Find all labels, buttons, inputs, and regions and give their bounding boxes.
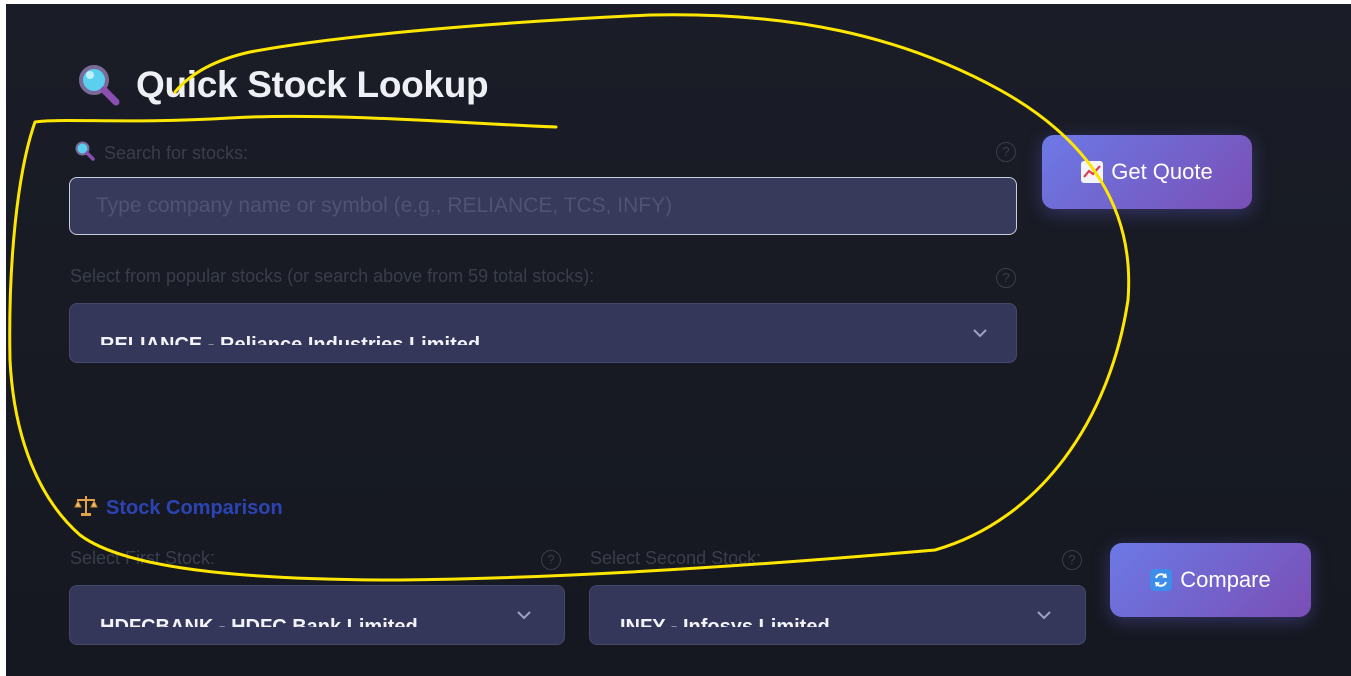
balance-scale-icon [74,493,98,523]
magnifier-small-icon [74,140,96,167]
compare-button[interactable]: Compare [1110,543,1311,617]
first-stock-label-text: Select First Stock: [70,548,216,568]
refresh-icon [1150,569,1173,591]
chevron-down-icon [1034,605,1054,625]
first-stock-help-icon[interactable]: ? [541,550,561,570]
popular-stocks-selected: RELIANCE - Reliance Industries Limited [100,334,481,345]
get-quote-button[interactable]: Get Quote [1042,135,1252,209]
chevron-down-icon [970,323,990,343]
first-stock-select[interactable]: HDFCBANK - HDFC Bank Limited [69,585,565,645]
search-label-text: Search for stocks: [104,143,249,163]
stock-comparison-heading-text: Stock Comparison [106,496,283,519]
compare-label: Compare [1180,567,1271,592]
popular-stocks-select[interactable]: RELIANCE - Reliance Industries Limited [69,303,1017,363]
second-stock-select[interactable]: INFY - Infosys Limited [589,585,1086,645]
stock-comparison-heading: Stock Comparison [74,493,283,523]
popular-stocks-label: Select from popular stocks (or search ab… [70,266,594,287]
second-stock-label-text: Select Second Stock: [590,548,762,568]
second-stock-help-icon[interactable]: ? [1062,550,1082,570]
popular-stocks-label-text: Select from popular stocks (or search ab… [70,266,595,286]
page-title-text: Quick Stock Lookup [136,64,489,105]
chevron-down-icon [514,605,534,625]
page-title: Quick Stock Lookup [76,62,489,108]
magnifier-icon [76,62,122,108]
stock-search-input[interactable] [69,177,1017,235]
second-stock-label: Select Second Stock: [590,548,761,569]
first-stock-label: Select First Stock: [70,548,215,569]
chart-icon [1081,161,1104,183]
first-stock-selected: HDFCBANK - HDFC Bank Limited [100,616,418,627]
popular-help-icon[interactable]: ? [996,268,1016,288]
get-quote-label: Get Quote [1111,159,1213,184]
search-label: Search for stocks: [74,140,248,167]
app-window: Quick Stock Lookup Search for stocks: ? … [6,4,1351,676]
search-help-icon[interactable]: ? [996,142,1016,162]
second-stock-selected: INFY - Infosys Limited [620,616,830,627]
